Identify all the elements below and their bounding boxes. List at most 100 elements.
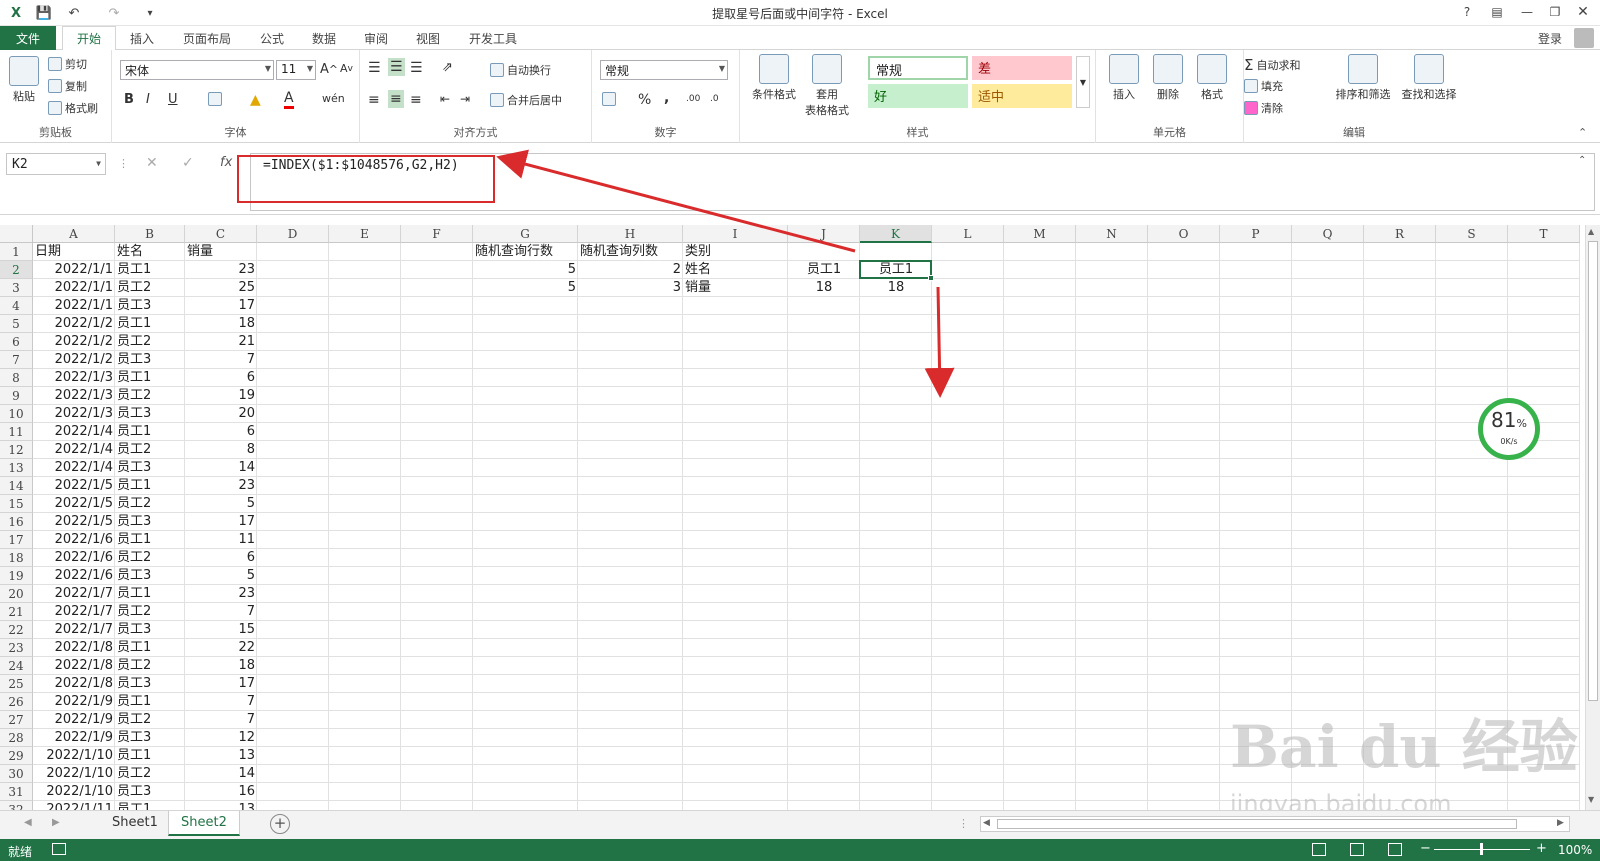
cell-b30[interactable]: 员工2 [115, 765, 185, 783]
cell-c28[interactable]: 12 [185, 729, 257, 747]
next-sheet-icon[interactable]: ▶ [52, 817, 60, 828]
cell-c6[interactable]: 21 [185, 333, 257, 351]
cell-i1[interactable]: 类别 [683, 243, 788, 261]
sheet-tab-sheet1[interactable]: Sheet1 [100, 811, 170, 836]
fill-color-icon[interactable]: ▲ [250, 92, 261, 108]
add-sheet-icon[interactable]: + [270, 814, 290, 834]
cell-i2[interactable]: 姓名 [683, 261, 788, 279]
cancel-icon[interactable]: ✕ [146, 155, 158, 171]
zoom-level[interactable]: 100% [1558, 843, 1592, 857]
cell-b32[interactable]: 员工1 [115, 801, 185, 810]
cell-a21[interactable]: 2022/1/7 [33, 603, 115, 621]
cell-b29[interactable]: 员工1 [115, 747, 185, 765]
cell-b23[interactable]: 员工1 [115, 639, 185, 657]
login-link[interactable]: 登录 [1530, 26, 1570, 50]
cell-a7[interactable]: 2022/1/2 [33, 351, 115, 369]
collapse-ribbon-icon[interactable]: ⌃ [1578, 126, 1587, 139]
cell-c27[interactable]: 7 [185, 711, 257, 729]
cell-a29[interactable]: 2022/1/10 [33, 747, 115, 765]
cell-c3[interactable]: 25 [185, 279, 257, 297]
font-size-combo[interactable]: 11 ▼ [276, 60, 316, 80]
cell-b20[interactable]: 员工1 [115, 585, 185, 603]
normal-view-icon[interactable] [1312, 843, 1326, 856]
enter-icon[interactable]: ✓ [182, 155, 194, 171]
cell-k2[interactable]: 员工1 [860, 261, 932, 279]
tab-view[interactable]: 视图 [406, 26, 450, 50]
cell-c9[interactable]: 19 [185, 387, 257, 405]
user-avatar-icon[interactable] [1574, 28, 1594, 48]
cell-c13[interactable]: 14 [185, 459, 257, 477]
cell-j3[interactable]: 18 [788, 279, 860, 297]
restore-icon[interactable]: ❐ [1542, 2, 1568, 22]
align-right-icon[interactable]: ≡ [410, 92, 422, 108]
cell-c24[interactable]: 18 [185, 657, 257, 675]
font-color-icon[interactable]: A [284, 90, 294, 109]
cell-a31[interactable]: 2022/1/10 [33, 783, 115, 801]
delete-cells-button[interactable]: 删除 [1148, 54, 1188, 102]
cell-c29[interactable]: 13 [185, 747, 257, 765]
cell-c7[interactable]: 7 [185, 351, 257, 369]
cell-b27[interactable]: 员工2 [115, 711, 185, 729]
cell-b1[interactable]: 姓名 [115, 243, 185, 261]
clear-button[interactable]: 清除 [1244, 100, 1283, 116]
vertical-scrollbar[interactable]: ▲ ▼ [1585, 225, 1600, 810]
cell-a15[interactable]: 2022/1/5 [33, 495, 115, 513]
cell-c23[interactable]: 22 [185, 639, 257, 657]
style-bad[interactable]: 差 [972, 56, 1072, 80]
align-bottom-icon[interactable]: ☰ [410, 60, 423, 76]
cell-a14[interactable]: 2022/1/5 [33, 477, 115, 495]
cell-c11[interactable]: 6 [185, 423, 257, 441]
cell-g3[interactable]: 5 [473, 279, 578, 297]
border-icon[interactable] [208, 92, 225, 106]
tab-home[interactable]: 开始 [62, 26, 116, 51]
cell-a13[interactable]: 2022/1/4 [33, 459, 115, 477]
cell-c21[interactable]: 7 [185, 603, 257, 621]
insert-function-icon[interactable]: fx [220, 155, 232, 170]
cell-a5[interactable]: 2022/1/2 [33, 315, 115, 333]
cell-c25[interactable]: 17 [185, 675, 257, 693]
align-left-icon[interactable]: ≡ [368, 92, 380, 108]
cell-a17[interactable]: 2022/1/6 [33, 531, 115, 549]
cell-b31[interactable]: 员工3 [115, 783, 185, 801]
copy-button[interactable]: 复制 [48, 78, 87, 94]
cell-b22[interactable]: 员工3 [115, 621, 185, 639]
splitter-icon[interactable]: ⋮ [958, 817, 969, 830]
decrease-indent-icon[interactable]: ⇤ [440, 92, 450, 106]
cell-b9[interactable]: 员工2 [115, 387, 185, 405]
cell-c20[interactable]: 23 [185, 585, 257, 603]
zoom-in-icon[interactable]: + [1536, 841, 1547, 856]
cell-c22[interactable]: 15 [185, 621, 257, 639]
cell-a23[interactable]: 2022/1/8 [33, 639, 115, 657]
italic-button[interactable]: I [146, 92, 150, 107]
paste-button[interactable]: 粘贴 [6, 56, 42, 104]
cell-b7[interactable]: 员工3 [115, 351, 185, 369]
close-icon[interactable]: ✕ [1570, 2, 1596, 22]
cell-b5[interactable]: 员工1 [115, 315, 185, 333]
zoom-slider-thumb[interactable] [1480, 843, 1483, 855]
cell-h1[interactable]: 随机查询列数 [578, 243, 683, 261]
cell-k3[interactable]: 18 [860, 279, 932, 297]
cell-a16[interactable]: 2022/1/5 [33, 513, 115, 531]
minimize-icon[interactable]: — [1514, 2, 1540, 22]
cell-c30[interactable]: 14 [185, 765, 257, 783]
expand-formula-icon[interactable]: ⌃ [1578, 155, 1586, 166]
format-as-table-button[interactable]: 套用 表格格式 [802, 54, 852, 118]
cell-c12[interactable]: 8 [185, 441, 257, 459]
cell-i3[interactable]: 销量 [683, 279, 788, 297]
help-button[interactable]: ? [1454, 2, 1480, 22]
cell-a3[interactable]: 2022/1/1 [33, 279, 115, 297]
number-format-combo[interactable]: 常规 ▼ [600, 60, 728, 80]
prev-sheet-icon[interactable]: ◀ [24, 817, 32, 828]
name-box[interactable]: K2 ▼ [6, 153, 106, 175]
cell-h2[interactable]: 2 [578, 261, 683, 279]
scroll-down-icon[interactable]: ▼ [1588, 795, 1594, 804]
cell-b18[interactable]: 员工2 [115, 549, 185, 567]
vertical-scroll-thumb[interactable] [1588, 241, 1598, 701]
cell-c15[interactable]: 5 [185, 495, 257, 513]
cell-c5[interactable]: 18 [185, 315, 257, 333]
cell-a6[interactable]: 2022/1/2 [33, 333, 115, 351]
cell-c16[interactable]: 17 [185, 513, 257, 531]
cell-b13[interactable]: 员工3 [115, 459, 185, 477]
cell-b25[interactable]: 员工3 [115, 675, 185, 693]
percent-button[interactable]: % [638, 92, 651, 108]
